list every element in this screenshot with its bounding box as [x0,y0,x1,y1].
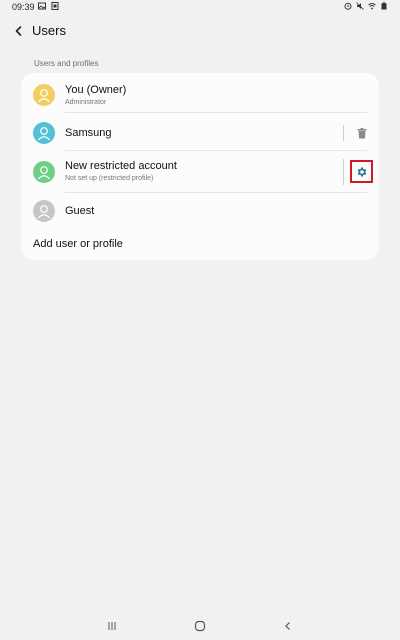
avatar [33,122,55,144]
add-user-label: Add user or profile [33,238,123,250]
back-icon [285,622,290,630]
app-bar: Users [0,16,400,46]
vertical-separator [343,159,344,185]
nav-back-button[interactable] [278,618,298,634]
person-icon [38,205,50,219]
status-time: 09:39 [12,2,35,12]
delete-user-button[interactable] [355,125,369,141]
page-title: Users [32,23,66,38]
user-subtitle: Administrator [65,99,107,106]
status-right-icons [344,2,388,10]
user-row-restricted[interactable]: New restricted account Not set up (restr… [21,151,379,193]
user-row-owner[interactable]: You (Owner) Administrator [21,77,379,113]
user-row-guest[interactable]: Guest [21,193,379,231]
user-name: New restricted account [65,160,177,172]
screenshot-icon [51,2,59,10]
battery-icon [381,2,387,10]
wifi-icon [368,3,376,10]
vertical-separator [343,125,344,141]
user-name: Guest [65,205,95,217]
add-user-button[interactable]: Add user or profile [21,233,379,257]
section-header: Users and profiles [34,59,99,68]
avatar [33,84,55,106]
highlight-box [350,160,373,183]
alarm-icon [344,2,352,10]
mute-icon [356,2,364,10]
avatar [33,161,55,183]
home-button[interactable] [190,618,210,634]
person-icon [38,89,50,103]
person-icon [38,127,50,141]
status-left-icons [38,2,59,10]
user-row-samsung[interactable]: Samsung [21,113,379,151]
status-bar: 09:39 [0,0,400,16]
back-button[interactable] [8,20,30,42]
user-name: Samsung [65,127,112,139]
gallery-icon [38,2,46,10]
user-subtitle: Not set up (restricted profile) [65,175,154,182]
trash-icon [357,127,367,138]
avatar [33,200,55,222]
home-icon [194,620,206,632]
users-card: You (Owner) Administrator Samsung New re… [21,73,379,260]
recents-icon [108,622,116,630]
chevron-left-icon [15,26,22,36]
navigation-bar [0,612,400,640]
recents-button[interactable] [102,618,122,634]
user-name: You (Owner) [65,84,127,96]
person-icon [38,166,50,180]
